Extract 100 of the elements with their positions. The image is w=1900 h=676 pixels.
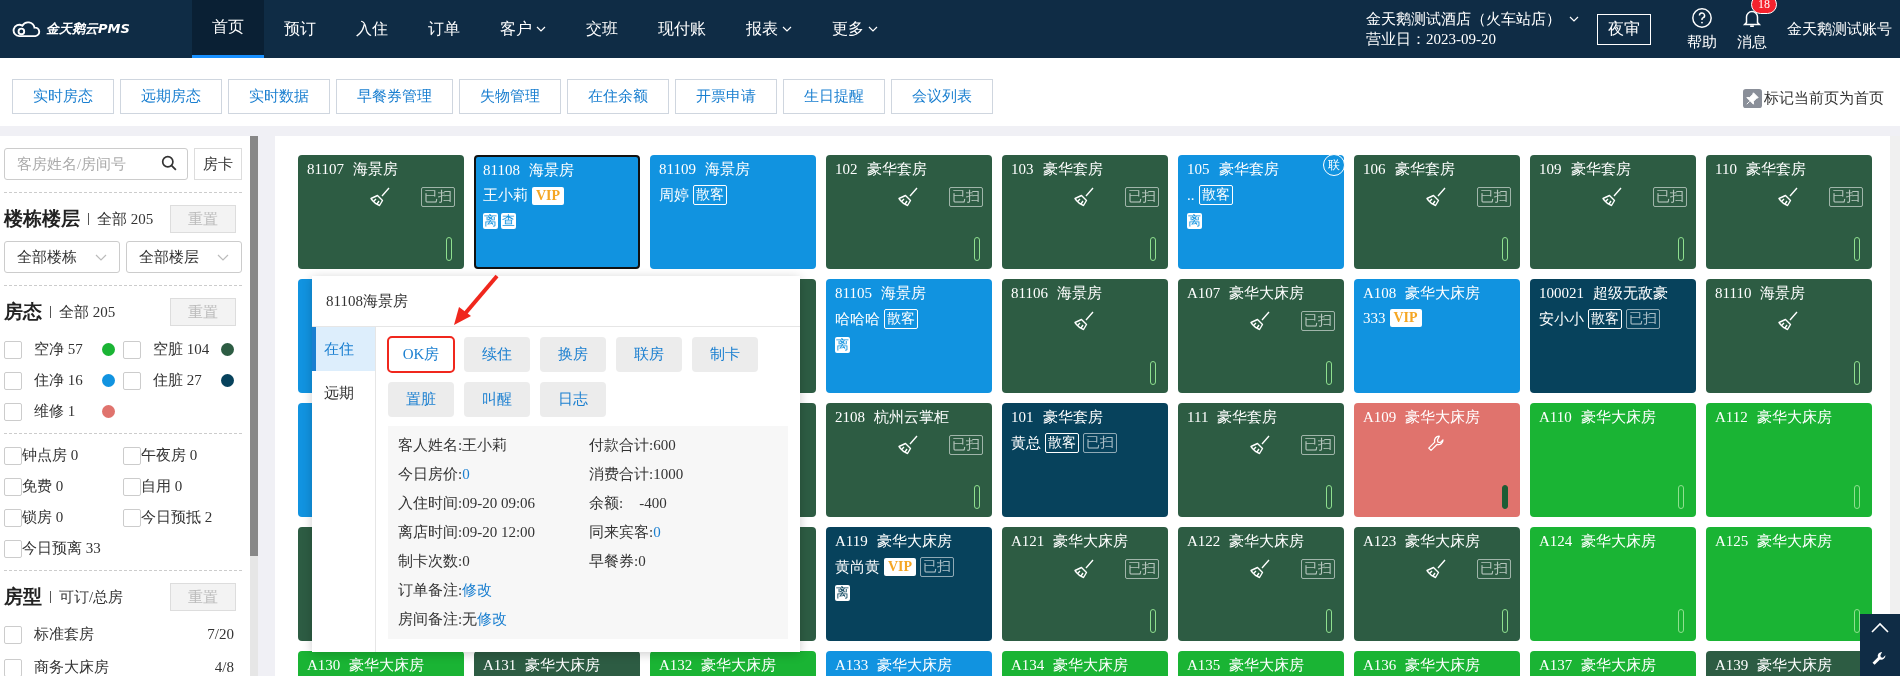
pin-icon[interactable] [1743,88,1762,108]
walk-in-tag: 散客 [1588,309,1622,329]
swept-tag: 已扫 [1301,311,1335,331]
room-type: 豪华大床房 [1581,533,1657,550]
action-button[interactable]: 联房 [616,337,682,372]
checkbox[interactable] [4,340,22,359]
info-link[interactable]: 0 [462,466,470,482]
room-card[interactable]: 103 豪华套房 已扫 [1002,155,1168,269]
checkbox[interactable] [123,446,141,465]
room-number: 105 [1187,161,1210,178]
room-card[interactable]: A119 豪华大床房 黄尚黄 VIP 已扫 离 [826,527,992,641]
dropdown-select[interactable]: 全部楼层 [126,241,242,273]
nav-item[interactable]: 入住 [336,0,408,58]
set-homepage-link[interactable]: 标记当前页为首页 [1764,88,1884,108]
room-card[interactable]: 81110 海景房 [1706,279,1872,393]
action-button[interactable]: 置脏 [388,382,454,417]
filter-label[interactable]: 自用 0 [141,477,183,496]
room-card[interactable]: 110 豪华套房 已扫 [1706,155,1872,269]
page-tab[interactable]: 在住余额 [567,78,669,114]
room-card[interactable]: A122 豪华大床房 已扫 [1178,527,1344,641]
nav-item[interactable]: 客户 [480,0,566,58]
search-icon[interactable] [161,155,178,172]
help-icon[interactable] [1691,6,1713,29]
filter-label[interactable]: 锁房 0 [22,508,64,527]
room-card[interactable]: 111 豪华套房 已扫 [1178,403,1344,517]
page-tab[interactable]: 失物管理 [459,78,561,114]
room-card[interactable]: A123 豪华大床房 已扫 [1354,527,1520,641]
action-button[interactable]: 叫醒 [464,382,530,417]
messages-label[interactable]: 消息 [1737,32,1767,52]
room-card[interactable]: 81106 海景房 [1002,279,1168,393]
room-card[interactable]: 102 豪华套房 已扫 [826,155,992,269]
nav-item[interactable]: 现付账 [638,0,726,58]
room-card[interactable]: A121 豪华大床房 已扫 [1002,527,1168,641]
checkbox[interactable] [123,477,141,496]
action-button[interactable]: 日志 [540,382,606,417]
night-audit-button[interactable]: 夜审 [1597,13,1651,45]
checkbox[interactable] [4,625,22,644]
room-card[interactable]: 2108 杭州云掌柜 已扫 [826,403,992,517]
filter-label[interactable]: 今日预离 33 [22,539,101,558]
room-card-button[interactable]: 房卡 [194,148,242,180]
checkbox[interactable] [123,371,141,390]
scrollbar[interactable] [250,136,258,556]
filter-label[interactable]: 空净 57 [34,340,83,359]
page-tab[interactable]: 远期房态 [120,78,222,114]
dialog-tab[interactable]: 在住 [312,327,375,371]
account-name[interactable]: 金天鹅测试账号 [1787,19,1892,39]
room-card[interactable]: 81108 海景房 王小莉 VIP 离 查 [474,155,640,269]
room-card[interactable]: 109 豪华套房 已扫 [1530,155,1696,269]
dropdown-select[interactable]: 全部楼栋 [4,241,120,273]
room-card[interactable]: A131 豪华大床房 [474,651,640,676]
checkbox[interactable] [4,371,22,390]
page-tab[interactable]: 早餐券管理 [336,78,453,114]
nav-item[interactable]: 订单 [408,0,480,58]
info-link[interactable]: 修改 [477,611,508,627]
chevron-up-icon[interactable] [1870,621,1890,634]
filter-label[interactable]: 维修 1 [34,402,76,421]
page-tab[interactable]: 实时房态 [12,78,114,114]
page-tab[interactable]: 会议列表 [891,78,993,114]
nav-item[interactable]: 首页 [192,0,264,58]
page-tab[interactable]: 开票申请 [675,78,777,114]
checkbox[interactable] [4,508,22,527]
filter-label[interactable]: 钟点房 0 [22,446,79,465]
checkbox[interactable] [4,402,22,421]
info-link[interactable]: 0 [653,524,661,540]
filter-label[interactable]: 午夜房 0 [141,446,198,465]
room-card[interactable]: 100021 超级无敌豪 安小小 散客 已扫 [1530,279,1696,393]
checkbox[interactable] [4,658,22,676]
action-button[interactable]: 换房 [540,337,606,372]
help-label[interactable]: 帮助 [1687,32,1717,52]
room-card[interactable]: 105 豪华套房 .. 散客 离 联 [1178,155,1344,269]
room-card[interactable]: 81105 海景房 哈哈哈 散客 离 [826,279,992,393]
checkbox[interactable] [4,446,22,465]
checkbox[interactable] [4,539,22,558]
checkbox[interactable] [123,340,141,359]
checkbox[interactable] [123,508,141,527]
nav-item[interactable]: 报表 [726,0,812,58]
filter-label[interactable]: 空脏 104 [153,340,210,359]
nav-item[interactable]: 交班 [566,0,638,58]
room-card[interactable]: 81107 海景房 已扫 [298,155,464,269]
page-tab[interactable]: 生日提醒 [783,78,885,114]
room-type-label[interactable]: 标准套房 [34,625,94,644]
nav-item[interactable]: 更多 [812,0,898,58]
action-button[interactable]: 制卡 [692,337,758,372]
page-tab[interactable]: 实时数据 [228,78,330,114]
room-card[interactable]: A107 豪华大床房 已扫 [1178,279,1344,393]
search-field[interactable]: 客房姓名/房间号 [4,148,188,180]
checkbox[interactable] [4,477,22,496]
filter-label[interactable]: 免费 0 [22,477,64,496]
action-button[interactable]: 续住 [464,337,530,372]
room-type-label[interactable]: 商务大床房 [34,658,109,676]
status-indicator [446,237,452,261]
action-button[interactable]: OK房 [388,337,454,372]
filter-label[interactable]: 住脏 27 [153,371,202,390]
filter-label[interactable]: 住净 16 [34,371,83,390]
nav-item[interactable]: 预订 [264,0,336,58]
room-card[interactable]: 106 豪华套房 已扫 [1354,155,1520,269]
filter-label[interactable]: 今日预抵 2 [141,508,213,527]
room-card[interactable]: 101 豪华套房 黄总 散客 已扫 [1002,403,1168,517]
hotel-name[interactable]: 金天鹅测试酒店（火车站店） [1366,9,1561,29]
info-link[interactable]: 修改 [462,582,493,598]
